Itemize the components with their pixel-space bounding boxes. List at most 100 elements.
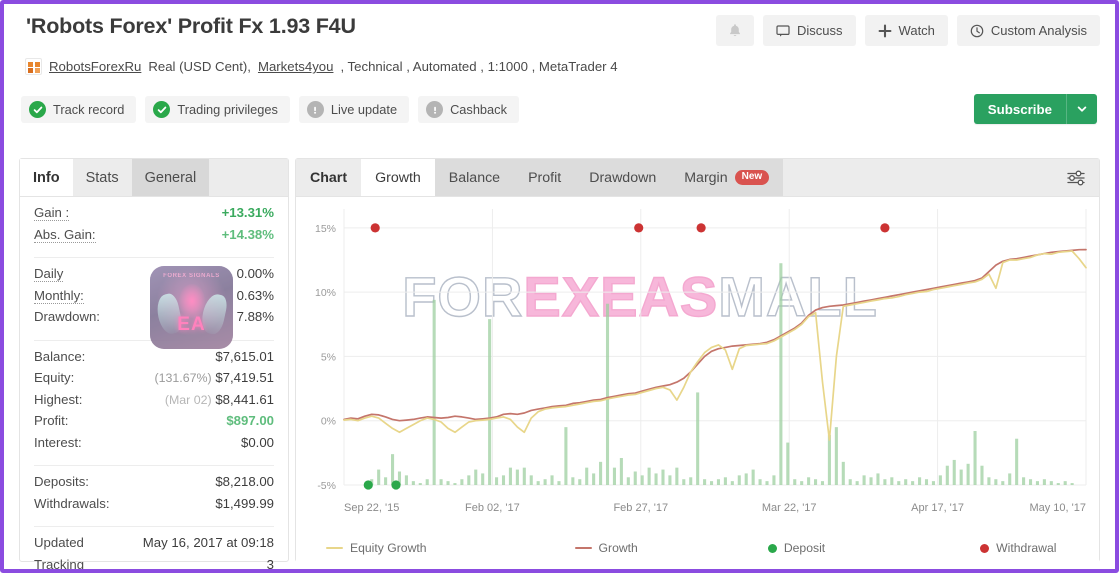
watch-button[interactable]: Watch	[864, 15, 948, 46]
volume-bar	[599, 461, 603, 485]
volume-bar	[931, 481, 935, 485]
tab-stats[interactable]: Stats	[72, 159, 132, 196]
volume-bar	[723, 477, 727, 485]
y-axis-tick: 15%	[315, 223, 336, 235]
withdrawal-marker[interactable]	[880, 223, 890, 233]
row-updated: Updated May 16, 2017 at 09:18	[34, 535, 274, 557]
badge-label: Trading privileges	[177, 102, 278, 117]
row-value: 0.63%	[236, 287, 274, 303]
volume-bar	[841, 461, 845, 485]
volume-bar	[612, 467, 616, 485]
deposit-marker[interactable]	[363, 480, 373, 490]
volume-bar	[384, 477, 388, 485]
volume-bar	[924, 479, 929, 485]
volume-bar	[952, 459, 956, 485]
volume-bar	[862, 475, 866, 485]
volume-bar	[827, 434, 831, 485]
subscribe-button[interactable]: Subscribe	[973, 94, 1097, 124]
badge-track-record[interactable]: Track record	[21, 96, 137, 123]
volume-bar	[987, 477, 991, 485]
legend-dot-icon	[980, 543, 990, 553]
row-key: Highest:	[34, 391, 83, 407]
discuss-label: Discuss	[797, 23, 843, 38]
volume-bar	[467, 475, 471, 485]
volume-bar	[1008, 473, 1012, 485]
chart-plot-svg[interactable]: -5% 0% 5% 10% 15% Sep 22, '15 Feb 02, '17 Feb 2…	[296, 197, 1099, 537]
row-gain: Gain : +13.31%	[34, 205, 274, 227]
volume-bar	[557, 481, 561, 485]
badge-trading-privileges[interactable]: Trading privileges	[145, 96, 290, 123]
x-axis-tick: Feb 02, '17	[465, 502, 520, 514]
row-key: Balance:	[34, 348, 86, 364]
volume-bar	[980, 465, 984, 485]
tab-drawdown[interactable]: Drawdown	[575, 159, 671, 196]
volume-bar	[550, 475, 554, 485]
volume-bar	[793, 479, 797, 485]
legend-growth[interactable]: Growth	[574, 541, 638, 555]
volume-bar	[1001, 481, 1005, 485]
legend-line-icon	[574, 546, 592, 550]
volume-bar	[619, 458, 623, 485]
discuss-button[interactable]: Discuss	[763, 15, 856, 46]
row-key: Gain :	[34, 205, 70, 221]
legend-deposit[interactable]: Deposit	[767, 541, 825, 555]
volume-bar	[911, 481, 915, 485]
volume-bar	[703, 479, 707, 485]
legend-withdrawal[interactable]: Withdrawal	[980, 541, 1056, 555]
row-deposits: Deposits: $8,218.00	[34, 474, 274, 496]
badge-live-update[interactable]: Live update	[298, 96, 410, 123]
volume-bar	[848, 479, 852, 485]
tab-margin[interactable]: Margin New	[670, 159, 784, 196]
withdrawal-marker[interactable]	[696, 223, 706, 233]
x-axis-tick: Apr 17, '17	[911, 502, 964, 514]
row-value: +14.38%	[221, 226, 274, 242]
notifications-button[interactable]	[716, 15, 755, 46]
x-axis-tick: Sep 22, '15	[344, 502, 399, 514]
row-abs-gain: Abs. Gain: +14.38%	[34, 227, 274, 249]
sliders-icon[interactable]	[1053, 159, 1099, 196]
row-value: $1,499.99	[215, 495, 274, 511]
volume-bar	[460, 479, 464, 485]
volume-bar	[668, 475, 672, 485]
tab-chart[interactable]: Chart	[296, 159, 362, 196]
legend-dot-icon	[767, 543, 777, 553]
volume-bar	[1022, 477, 1026, 485]
chevron-down-icon[interactable]	[1066, 94, 1097, 124]
tab-info[interactable]: Info	[20, 159, 73, 196]
volume-bar	[1028, 479, 1033, 485]
volume-bar	[820, 481, 825, 485]
volume-bar	[779, 263, 783, 485]
volume-bar	[1070, 483, 1074, 485]
deposit-marker[interactable]	[391, 480, 401, 490]
exclamation-circle-icon	[306, 101, 324, 118]
tab-general[interactable]: General	[131, 159, 210, 196]
withdrawal-marker[interactable]	[634, 223, 644, 233]
broker-link[interactable]: Markets4you	[258, 59, 334, 74]
volume-bar	[501, 475, 506, 485]
legend-equity-growth[interactable]: Equity Growth	[326, 541, 427, 555]
page-title: 'Robots Forex' Profit Fx 1.93 F4U	[26, 14, 356, 38]
tab-profit[interactable]: Profit	[514, 159, 576, 196]
tab-growth[interactable]: Growth	[361, 159, 435, 196]
withdrawal-marker[interactable]	[370, 223, 380, 233]
tab-balance[interactable]: Balance	[434, 159, 515, 196]
volume-bar	[855, 481, 859, 485]
y-axis-tick: 0%	[321, 416, 336, 428]
volume-bar	[578, 479, 582, 485]
volume-bar	[529, 475, 533, 485]
row-value-wrap: (Mar 02) $8,441.61	[165, 392, 274, 407]
growth-chart[interactable]: FOREXEASMALL -5% 0% 5% 10% 15% Sep 22, '15 Feb…	[296, 197, 1099, 562]
x-axis-tick: Mar 22, '17	[762, 502, 817, 514]
account-page: 'Robots Forex' Profit Fx 1.93 F4U Robots…	[0, 0, 1119, 573]
account-owner-link[interactable]: RobotsForexRu	[49, 59, 141, 74]
volume-bar	[814, 479, 818, 485]
badge-cashback[interactable]: Cashback	[418, 96, 519, 123]
custom-analysis-button[interactable]: Custom Analysis	[956, 15, 1100, 46]
broker-logo-icon	[25, 58, 42, 75]
row-value: +13.31%	[221, 205, 274, 220]
row-highest: Highest: (Mar 02) $8,441.61	[34, 392, 274, 414]
volume-bar	[897, 481, 901, 485]
tab-margin-label: Margin	[684, 169, 728, 186]
volume-bar	[377, 469, 381, 485]
ea-logo-overlay-veil	[150, 266, 233, 349]
